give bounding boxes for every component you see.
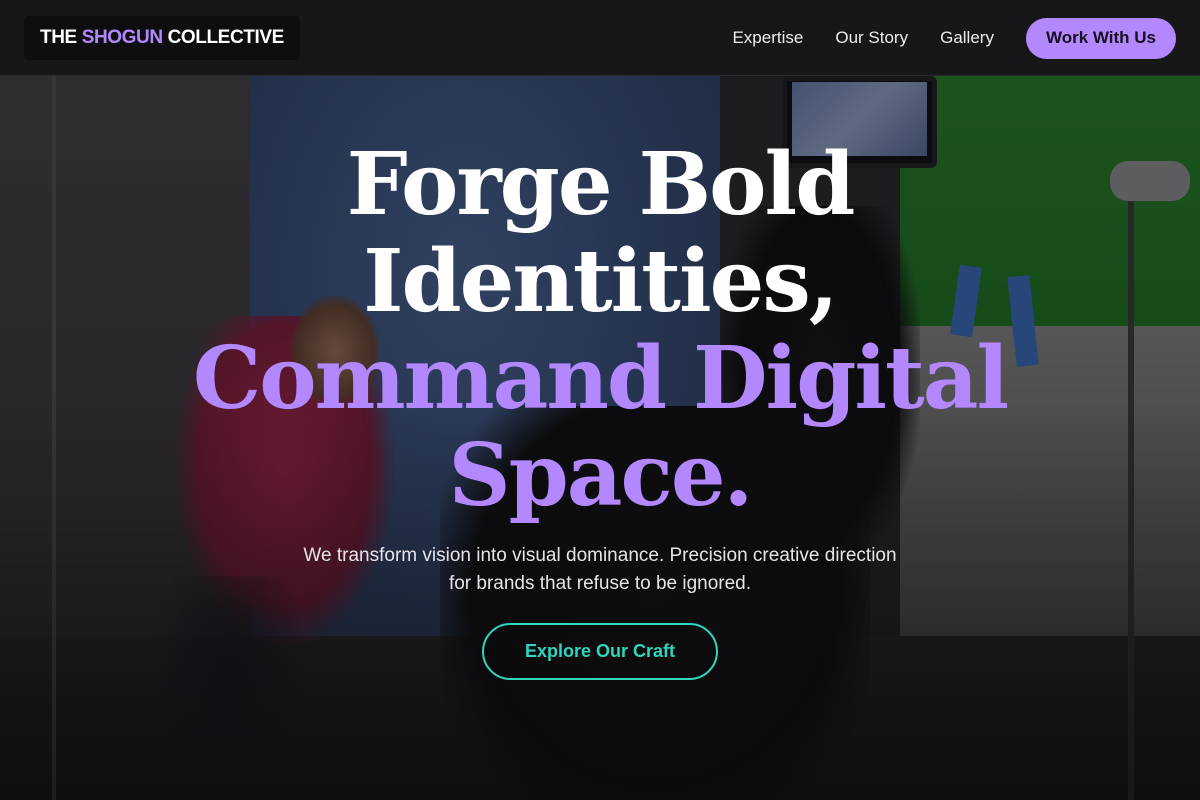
logo-prefix: THE <box>40 27 82 48</box>
site-header: THE SHOGUN COLLECTIVE Expertise Our Stor… <box>0 0 1200 76</box>
explore-our-craft-button[interactable]: Explore Our Craft <box>482 623 718 680</box>
main-nav: Expertise Our Story Gallery Work With Us <box>732 17 1176 59</box>
site-logo[interactable]: THE SHOGUN COLLECTIVE <box>24 16 300 60</box>
hero-subtitle-line: for brands that refuse to be ignored. <box>448 573 752 594</box>
nav-link-expertise[interactable]: Expertise <box>732 28 803 48</box>
hero-title-line: Command Digital <box>192 328 1009 429</box>
hero-title: Forge Bold Identities, Command Digital S… <box>100 136 1100 524</box>
hero-title-line: Space. <box>448 425 754 526</box>
hero-subtitle-line: We transform vision into visual dominanc… <box>303 545 897 566</box>
hero-title-line: Forge Bold <box>346 134 856 235</box>
logo-suffix: COLLECTIVE <box>162 27 285 48</box>
nav-link-our-story[interactable]: Our Story <box>835 28 908 48</box>
logo-accent: SHOGUN <box>81 27 163 48</box>
hero-title-line: Identities, <box>363 231 838 332</box>
work-with-us-button[interactable]: Work With Us <box>1025 17 1176 59</box>
nav-link-gallery[interactable]: Gallery <box>940 28 994 48</box>
hero-subtitle: We transform vision into visual dominanc… <box>250 542 950 598</box>
